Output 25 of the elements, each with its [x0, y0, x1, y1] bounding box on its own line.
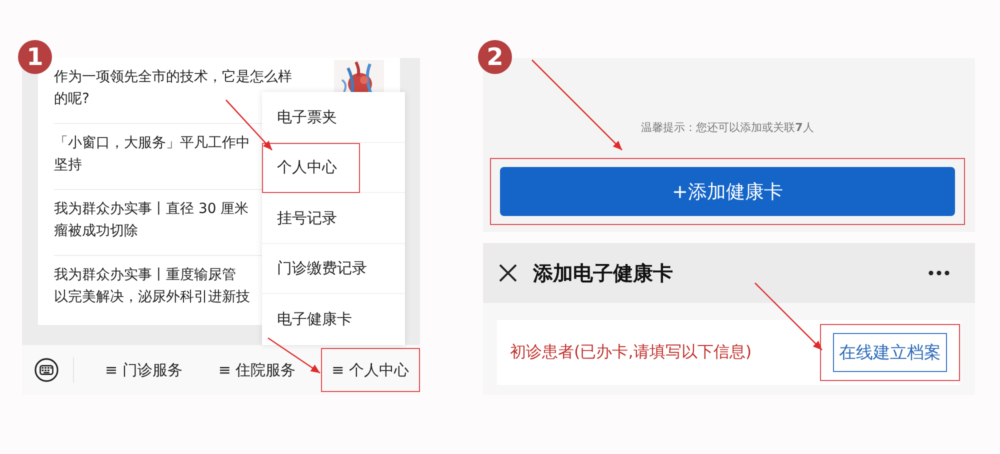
- menu-tab[interactable]: ≡ 个人中心: [320, 348, 420, 392]
- keyboard-icon[interactable]: [34, 357, 59, 383]
- article-title-line: 我为群众办实事丨重度输尿管: [54, 266, 236, 285]
- add-card-button[interactable]: +添加健康卡: [500, 167, 955, 216]
- article-title-line: 瘤被成功切除: [54, 222, 138, 241]
- more-icon[interactable]: [928, 270, 950, 276]
- article-title-line: 我为群众办实事丨直径 30 厘米: [54, 200, 249, 219]
- article-title-line: 的呢?: [54, 90, 90, 109]
- step-badge: 2: [478, 40, 512, 74]
- step-badge: 1: [18, 40, 52, 74]
- menu-item[interactable]: 挂号记录: [262, 193, 360, 244]
- menu-item[interactable]: 个人中心: [262, 142, 360, 193]
- create-record-button[interactable]: 在线建立档案: [833, 333, 947, 372]
- hint-text: 温馨提示：您还可以添加或关联7人: [640, 120, 815, 136]
- menu-tab[interactable]: ≡ 住院服务: [207, 348, 307, 392]
- page-title: 添加电子健康卡: [533, 260, 674, 286]
- menu-item[interactable]: 电子健康卡: [262, 294, 375, 344]
- notice-text: 初诊患者(已办卡,请填写以下信息): [510, 342, 752, 363]
- article-title-line: 以完美解决，泌尿外科引进新技: [54, 288, 250, 307]
- arrow: [754, 282, 822, 350]
- close-icon[interactable]: [498, 263, 518, 283]
- menu-tab[interactable]: ≡ 门诊服务: [94, 348, 194, 392]
- article-title-line: 「小窗口，大服务」平凡工作中: [54, 134, 250, 153]
- article-title-line: 坚持: [54, 156, 82, 175]
- article-title-line: 作为一项领先全市的技术，它是怎么样: [54, 68, 292, 87]
